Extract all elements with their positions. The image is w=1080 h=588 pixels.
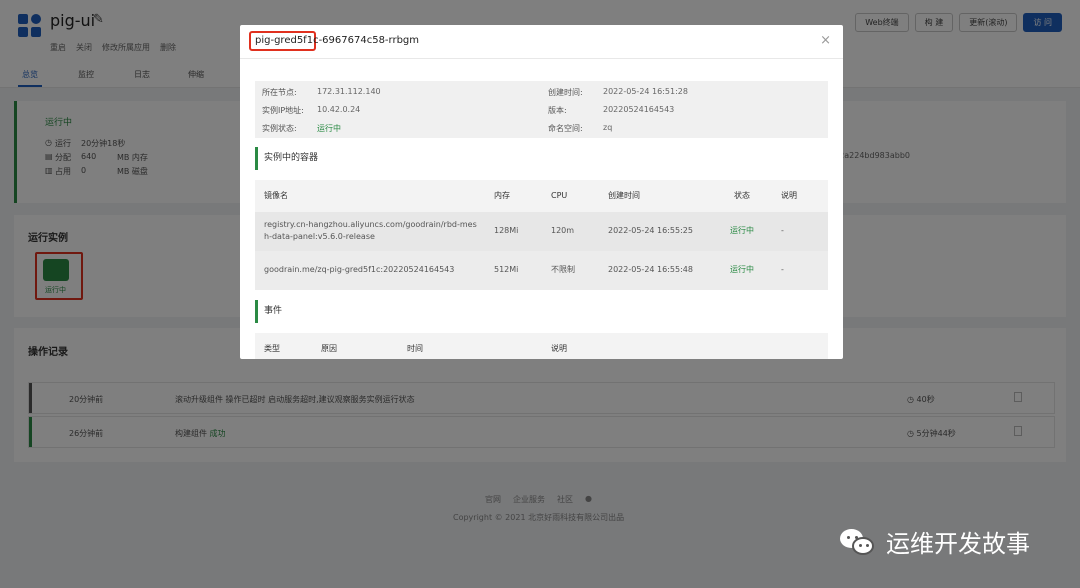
info-value: 2022-05-24 16:51:28 [603,87,688,96]
col-created: 创建时间 [608,191,640,200]
instance-detail-modal: pig-gred5f1c-6967674c58-rrbgm × 所在节点: 17… [240,25,843,359]
cell-created: 2022-05-24 16:55:25 [608,226,693,235]
table-row: registry.cn-hangzhou.aliyuncs.com/goodra… [255,212,828,251]
wechat-watermark: 运维开发故事 [838,524,1030,559]
watermark-text: 运维开发故事 [886,530,1030,558]
image-line: registry.cn-hangzhou.aliyuncs.com/goodra… [264,220,477,229]
info-namespace: 命名空间: zq [548,123,612,134]
instance-info-box: 所在节点: 172.31.112.140 实例IP地址: 10.42.0.24 … [255,81,828,138]
info-label: 实例状态: [262,124,297,133]
info-label: 版本: [548,106,567,115]
info-ip: 实例IP地址: 10.42.0.24 [262,105,360,116]
table-row: goodrain.me/zq-pig-gred5f1c:202205241645… [255,251,828,290]
cell-status: 运行中 [730,265,754,274]
image-line: h-data-panel:v5.6.0-release [264,232,375,241]
info-value: 运行中 [317,124,341,133]
col-cpu: CPU [551,191,568,200]
col-description: 说明 [551,344,567,353]
info-node: 所在节点: 172.31.112.140 [262,87,381,98]
containers-table-header: 镜像名 内存 CPU 创建时间 状态 说明 [255,180,828,212]
col-type: 类型 [264,344,280,353]
cell-memory: 512Mi [494,265,519,274]
info-value: zq [603,123,613,132]
cell-note: - [781,226,784,235]
events-table-header: 类型 原因 时间 说明 [255,333,828,359]
info-status: 实例状态: 运行中 [262,123,341,134]
info-label: 所在节点: [262,88,297,97]
modal-header: pig-gred5f1c-6967674c58-rrbgm × [240,25,843,59]
info-created: 创建时间: 2022-05-24 16:51:28 [548,87,688,98]
info-value: 172.31.112.140 [317,87,381,96]
info-label: 命名空间: [548,124,583,133]
info-version: 版本: 20220524164543 [548,105,674,116]
col-memory: 内存 [494,191,510,200]
cell-memory: 128Mi [494,226,519,235]
col-reason: 原因 [321,344,337,353]
cell-image: goodrain.me/zq-pig-gred5f1c:202205241645… [264,265,455,274]
info-value: 20220524164543 [603,105,675,114]
wechat-icon [838,526,878,558]
cell-status: 运行中 [730,226,754,235]
col-time: 时间 [407,344,423,353]
col-image: 镜像名 [264,191,288,200]
cell-cpu: 120m [551,226,575,235]
events-section-title: 事件 [255,300,282,323]
col-note: 说明 [781,191,797,200]
info-label: 创建时间: [548,88,583,97]
containers-section-title: 实例中的容器 [255,147,318,170]
modal-title: pig-gred5f1c-6967674c58-rrbgm [255,35,420,46]
cell-created: 2022-05-24 16:55:48 [608,265,693,274]
cell-note: - [781,265,784,274]
close-icon[interactable]: × [820,33,831,48]
info-value: 10.42.0.24 [317,105,361,114]
info-label: 实例IP地址: [262,106,304,115]
cell-cpu: 不限制 [551,265,575,274]
col-status: 状态 [734,191,750,200]
cell-image: registry.cn-hangzhou.aliyuncs.com/goodra… [264,219,477,243]
